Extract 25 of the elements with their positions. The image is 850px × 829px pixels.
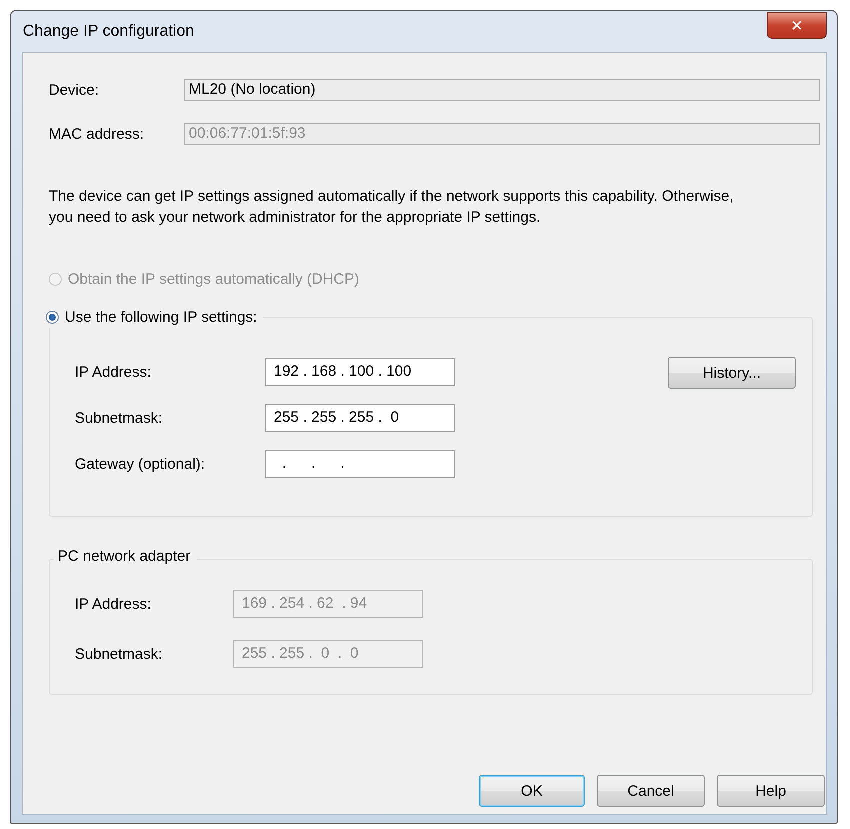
field-label: Gateway (optional): [75, 456, 206, 472]
read-only-field: ML20 (No location) [184, 79, 820, 101]
group-title: PC network adapter [58, 548, 191, 565]
history-button[interactable]: History... [668, 357, 796, 389]
ip-address-field[interactable]: 255 . 255 . 255 . 0 [265, 404, 455, 432]
dialog-button[interactable]: Cancel [597, 775, 705, 807]
description-text: The device can get IP settings assigned automatically if the network supports this capability. Otherwise, you need to ask your network administrator for the appropriate IP settings. [49, 187, 735, 228]
window-title: Change IP configuration [22, 22, 194, 40]
dialog-button[interactable]: OK [479, 775, 585, 807]
radio-option[interactable]: Use the following IP settings: [46, 306, 258, 328]
field-label: Subnetmask: [75, 410, 164, 426]
radio-icon [49, 272, 62, 286]
field-label: Subnetmask: [75, 646, 164, 662]
close-button[interactable]: ✕ [767, 12, 827, 39]
field-label: MAC address: [49, 126, 146, 142]
ip-address-field: 255 . 255 . 0 . 0 [233, 640, 423, 668]
radio-icon [46, 310, 59, 324]
field-label: Device: [49, 82, 100, 98]
ip-address-field: 169 . 254 . 62 . 94 [233, 590, 423, 618]
ip-address-field[interactable]: . . . [265, 450, 455, 478]
read-only-field: 00:06:77:01:5f:93 [184, 123, 820, 145]
field-label: IP Address: [75, 364, 152, 380]
field-label: IP Address: [75, 596, 152, 612]
ip-address-field[interactable]: 192 . 168 . 100 . 100 [265, 358, 455, 386]
dialog-button[interactable]: Help [717, 775, 825, 807]
